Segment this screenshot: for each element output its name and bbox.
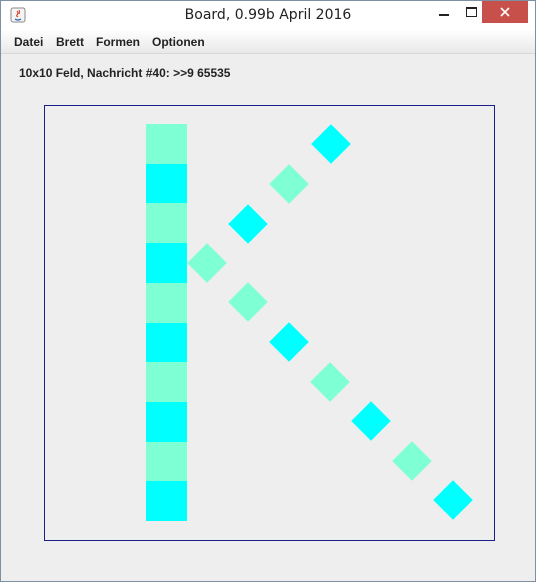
status-message: 10x10 Feld, Nachricht #40: >>9 65535 bbox=[19, 66, 231, 80]
board-diamond bbox=[228, 282, 268, 322]
menu-bar: Datei Brett Formen Optionen bbox=[1, 31, 535, 54]
board-cell bbox=[146, 203, 187, 244]
board-diamond bbox=[310, 362, 350, 402]
board-cell bbox=[146, 481, 187, 522]
board-cell bbox=[146, 163, 187, 204]
board-diamond bbox=[351, 401, 391, 441]
title-bar[interactable]: Board, 0.99b April 2016 bbox=[1, 1, 535, 31]
board-canvas[interactable] bbox=[44, 105, 495, 541]
board-diamond bbox=[269, 322, 309, 362]
board-diamond bbox=[433, 480, 473, 520]
close-button[interactable] bbox=[482, 1, 528, 23]
board-diamond bbox=[269, 164, 309, 204]
board-diamond bbox=[228, 204, 268, 244]
board-diamond bbox=[392, 441, 432, 481]
maximize-icon bbox=[465, 7, 477, 17]
board-cell bbox=[146, 441, 187, 482]
board-cell bbox=[146, 243, 187, 284]
board-diamond bbox=[311, 124, 351, 164]
menu-formen[interactable]: Formen bbox=[96, 35, 140, 49]
board-diamond bbox=[187, 243, 227, 283]
menu-datei[interactable]: Datei bbox=[14, 35, 43, 49]
board-cell bbox=[146, 362, 187, 403]
close-icon bbox=[500, 7, 510, 17]
menu-optionen[interactable]: Optionen bbox=[152, 35, 205, 49]
board-cell bbox=[146, 401, 187, 442]
menu-brett[interactable]: Brett bbox=[56, 35, 84, 49]
app-window: Board, 0.99b April 2016 Datei Brett Form… bbox=[0, 0, 536, 582]
board-cell bbox=[146, 322, 187, 363]
board-cell bbox=[146, 124, 187, 164]
board-cell bbox=[146, 282, 187, 323]
